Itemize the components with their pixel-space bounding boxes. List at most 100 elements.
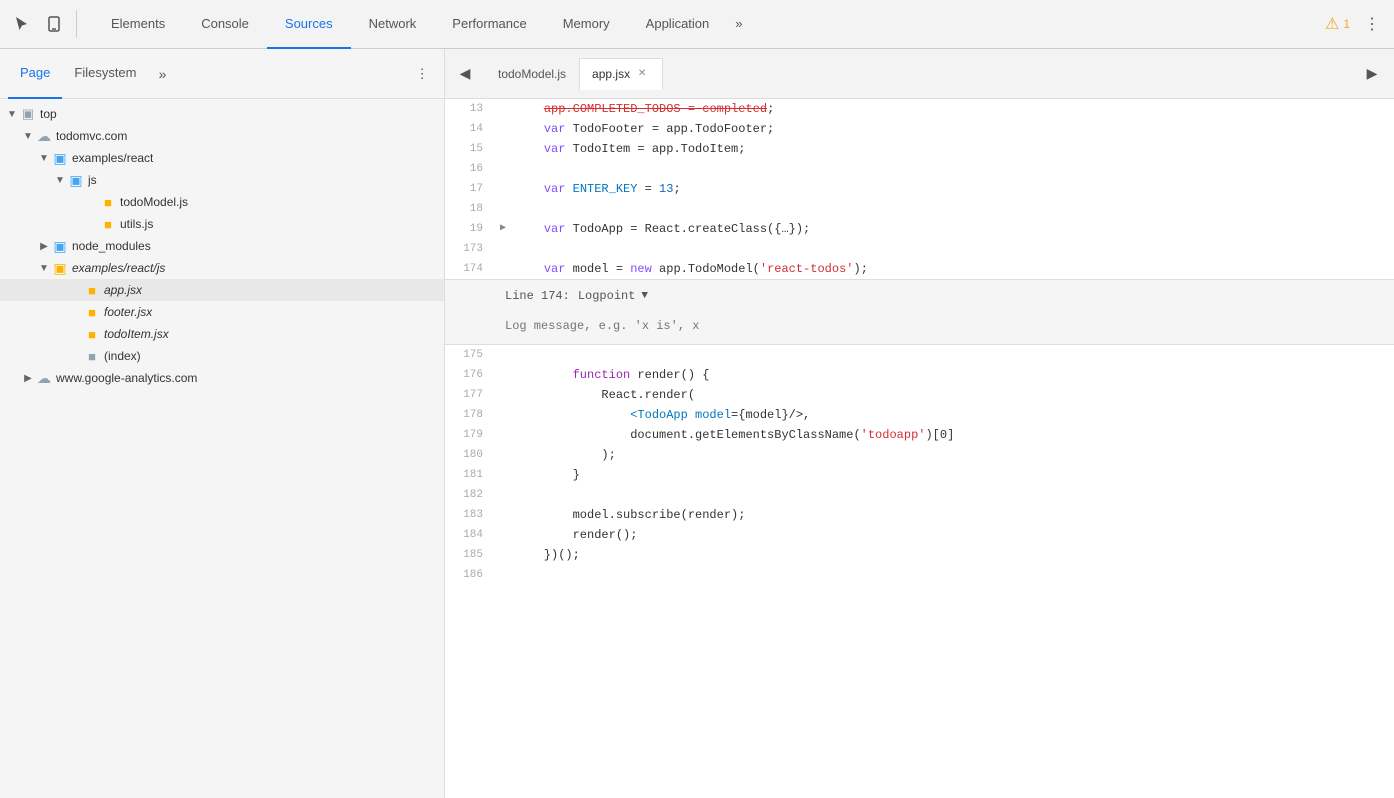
file-icon-utils: ■ <box>100 216 116 232</box>
code-line-174: 174 var model = new app.TodoModel('react… <box>445 259 1394 279</box>
line-expand-19[interactable]: ▶ <box>495 219 511 239</box>
tree-item-top[interactable]: ▼ ▣ top <box>0 103 444 125</box>
tree-spacer-utils <box>84 216 100 232</box>
tree-item-examples-react-js[interactable]: ▼ ▣ examples/react/js <box>0 257 444 279</box>
file-icon-todomodel: ■ <box>100 194 116 210</box>
warning-count: 1 <box>1343 17 1350 31</box>
line-num-181: 181 <box>445 465 495 485</box>
tree-spacer-index <box>68 348 84 364</box>
tree-item-todoitem-jsx[interactable]: ■ todoItem.jsx <box>0 323 444 345</box>
code-view[interactable]: 13 app.COMPLETED_TODOS = completed; 14 v… <box>445 99 1394 798</box>
line-content-14: var TodoFooter = app.TodoFooter; <box>511 119 1394 139</box>
code-line-13: 13 app.COMPLETED_TODOS = completed; <box>445 99 1394 119</box>
folder-icon-examples-react-js: ▣ <box>52 260 68 276</box>
line-num-182: 182 <box>445 485 495 505</box>
tree-arrow-top: ▼ <box>4 106 20 122</box>
editor-tab-close-button[interactable]: ✕ <box>634 66 650 82</box>
line-num-180: 180 <box>445 445 495 465</box>
settings-more-button[interactable]: ⋮ <box>1358 10 1386 38</box>
logpoint-input-row <box>445 312 1394 344</box>
device-icon[interactable] <box>40 10 68 38</box>
file-icon-index: ■ <box>84 348 100 364</box>
code-line-186: 186 <box>445 565 1394 585</box>
code-line-178: 178 <TodoApp model={model}/>, <box>445 405 1394 425</box>
tree-item-app-jsx[interactable]: ■ app.jsx <box>0 279 444 301</box>
line-num-17: 17 <box>445 179 495 199</box>
sidebar-tab-more-button[interactable]: » <box>149 60 177 88</box>
editor-tabs: ◀ todoModel.js app.jsx ✕ ▶ <box>445 49 1394 99</box>
file-icon-footer-jsx: ■ <box>84 304 100 320</box>
tree-item-google-analytics[interactable]: ▶ ☁ www.google-analytics.com <box>0 367 444 389</box>
warning-badge: ⚠ 1 <box>1325 14 1350 34</box>
tree-item-footer-jsx[interactable]: ■ footer.jsx <box>0 301 444 323</box>
tree-label-utils: utils.js <box>120 217 153 231</box>
logpoint-line-label: Line 174: <box>505 286 570 306</box>
logpoint-overlay: Line 174: Logpoint ▼ <box>445 279 1394 345</box>
tree-item-utils[interactable]: ■ utils.js <box>0 213 444 235</box>
line-num-14: 14 <box>445 119 495 139</box>
logpoint-message-input[interactable] <box>505 319 1334 333</box>
line-content-185: })(); <box>511 545 1394 565</box>
toolbar: Elements Console Sources Network Perform… <box>0 0 1394 49</box>
tree-item-index[interactable]: ■ (index) <box>0 345 444 367</box>
sidebar-more-options-button[interactable]: ⋮ <box>408 60 436 88</box>
tree-item-todomodel[interactable]: ■ todoModel.js <box>0 191 444 213</box>
line-num-183: 183 <box>445 505 495 525</box>
editor-tab-app-jsx[interactable]: app.jsx ✕ <box>579 58 663 90</box>
tree-item-node-modules[interactable]: ▶ ▣ node_modules <box>0 235 444 257</box>
line-num-175: 175 <box>445 345 495 365</box>
logpoint-type-button[interactable]: Logpoint ▼ <box>578 286 648 306</box>
tree-item-examples-react[interactable]: ▼ ▣ examples/react <box>0 147 444 169</box>
code-line-180: 180 ); <box>445 445 1394 465</box>
tab-performance[interactable]: Performance <box>434 0 544 49</box>
tree-arrow-examples-react: ▼ <box>36 150 52 166</box>
line-num-13: 13 <box>445 99 495 119</box>
folder-icon-node-modules: ▣ <box>52 238 68 254</box>
tree-arrow-node-modules: ▶ <box>36 238 52 254</box>
tab-sources[interactable]: Sources <box>267 0 351 49</box>
editor-sidebar-toggle-button[interactable]: ▶ <box>1358 60 1386 88</box>
line-content-180: ); <box>511 445 1394 465</box>
code-line-182: 182 <box>445 485 1394 505</box>
line-num-179: 179 <box>445 425 495 445</box>
tree-label-top: top <box>40 107 57 121</box>
main-layout: Page Filesystem » ⋮ ▼ ▣ top ▼ ☁ todomvc.… <box>0 49 1394 798</box>
tab-network[interactable]: Network <box>351 0 435 49</box>
tab-more[interactable]: » <box>727 0 750 49</box>
sidebar-tab-page[interactable]: Page <box>8 49 62 99</box>
cloud-icon-google-analytics: ☁ <box>36 370 52 386</box>
editor-tab-todomodel-label: todoModel.js <box>498 67 566 81</box>
line-num-177: 177 <box>445 385 495 405</box>
tree-arrow-google-analytics: ▶ <box>20 370 36 386</box>
line-content-176: function render() { <box>511 365 1394 385</box>
tree-spacer-todoitem-jsx <box>68 326 84 342</box>
tab-application[interactable]: Application <box>628 0 728 49</box>
tree-label-todoitem-jsx: todoItem.jsx <box>104 327 169 341</box>
line-num-19: 19 <box>445 219 495 239</box>
editor-tab-todomodel[interactable]: todoModel.js <box>485 58 579 90</box>
tab-elements[interactable]: Elements <box>93 0 183 49</box>
tree-item-js[interactable]: ▼ ▣ js <box>0 169 444 191</box>
sidebar-tabs: Page Filesystem » ⋮ <box>0 49 444 99</box>
cursor-icon[interactable] <box>8 10 36 38</box>
tree-item-todomvc[interactable]: ▼ ☁ todomvc.com <box>0 125 444 147</box>
toolbar-icons <box>8 10 81 38</box>
folder-icon-examples-react: ▣ <box>52 150 68 166</box>
toolbar-separator <box>76 10 77 38</box>
code-line-183: 183 model.subscribe(render); <box>445 505 1394 525</box>
tab-console[interactable]: Console <box>183 0 267 49</box>
tab-memory[interactable]: Memory <box>545 0 628 49</box>
code-line-18: 18 <box>445 199 1394 219</box>
tree-arrow-js: ▼ <box>52 172 68 188</box>
line-num-178: 178 <box>445 405 495 425</box>
editor-area: ◀ todoModel.js app.jsx ✕ ▶ 13 app.COMPLE… <box>445 49 1394 798</box>
code-line-177: 177 React.render( <box>445 385 1394 405</box>
tree-spacer-todomodel <box>84 194 100 210</box>
editor-collapse-button[interactable]: ◀ <box>453 62 477 86</box>
toolbar-tabs: Elements Console Sources Network Perform… <box>93 0 1325 49</box>
sidebar: Page Filesystem » ⋮ ▼ ▣ top ▼ ☁ todomvc.… <box>0 49 445 798</box>
line-content-15: var TodoItem = app.TodoItem; <box>511 139 1394 159</box>
editor-tab-app-jsx-label: app.jsx <box>592 67 630 81</box>
sidebar-tab-filesystem[interactable]: Filesystem <box>62 49 148 99</box>
tree-arrow-todomvc: ▼ <box>20 128 36 144</box>
